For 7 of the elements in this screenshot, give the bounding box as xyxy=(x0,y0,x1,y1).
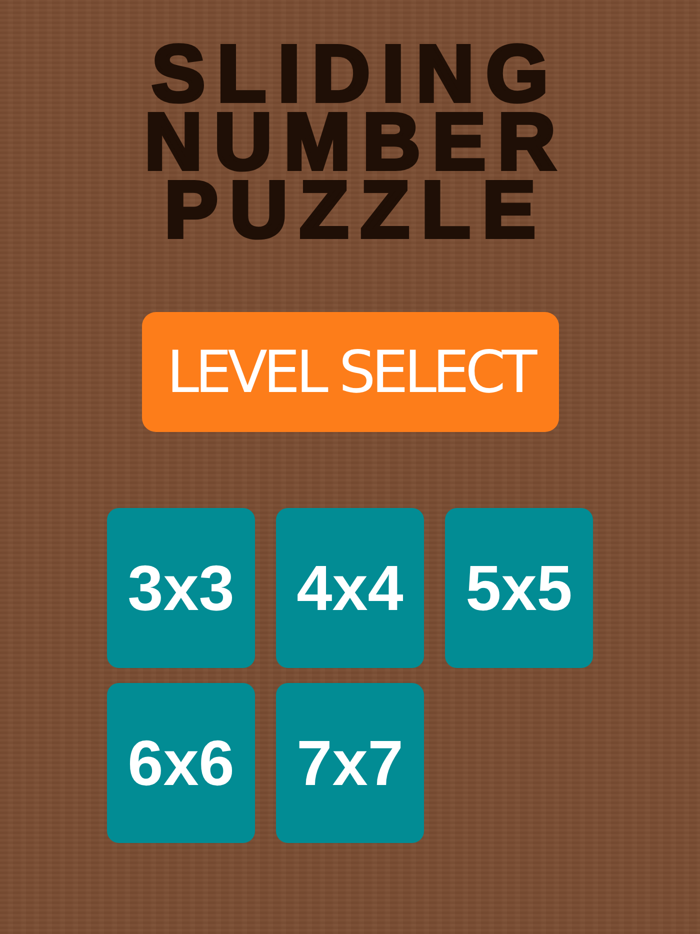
level-tile[interactable]: 7x7 xyxy=(276,683,424,843)
level-select-banner: LEVEL SELECT xyxy=(142,312,558,432)
level-tile[interactable]: 6x6 xyxy=(107,683,255,843)
level-tile[interactable]: 3x3 xyxy=(107,508,255,668)
game-title: SLIDING NUMBER PUZZLE xyxy=(143,40,569,244)
level-tile[interactable]: 4x4 xyxy=(276,508,424,668)
level-tile[interactable]: 5x5 xyxy=(445,508,593,668)
